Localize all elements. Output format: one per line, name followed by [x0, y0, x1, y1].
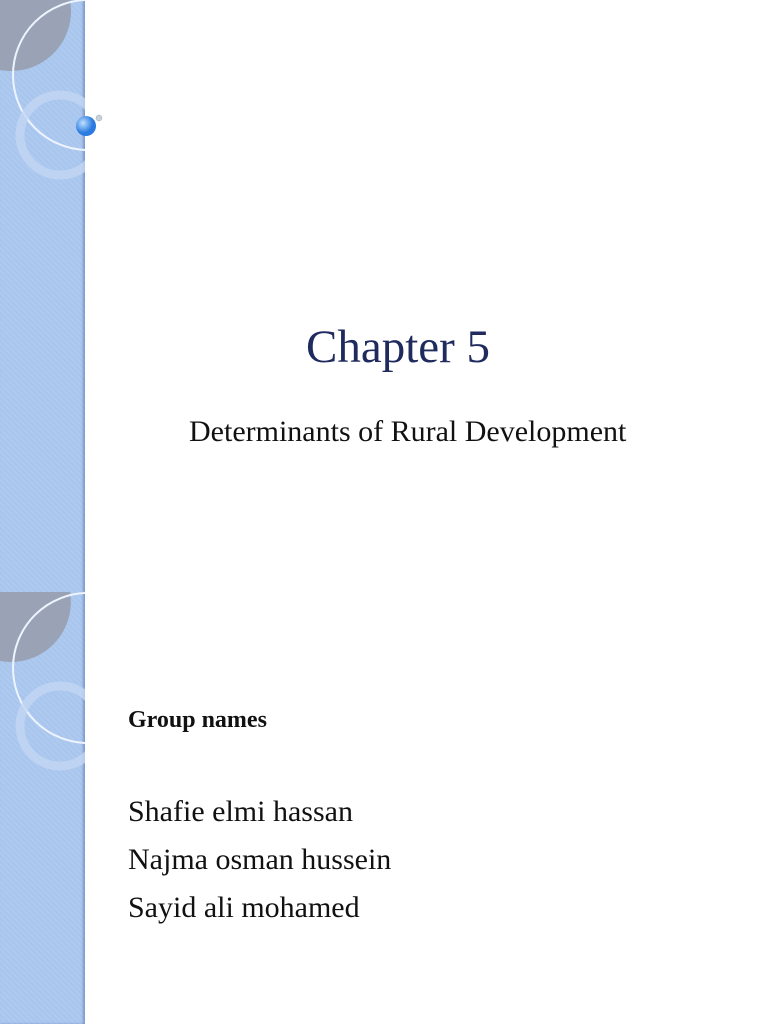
decorative-circles-bottom: [0, 592, 85, 771]
member-name: Najma osman hussein: [128, 843, 392, 876]
member-name: Shafie elmi hassan: [128, 795, 353, 828]
slide-subtitle: Determinants of Rural Development: [189, 415, 627, 448]
decorative-circles-top: [0, 0, 85, 180]
member-name: Sayid ali mohamed: [128, 891, 360, 924]
slide-title: Chapter 5: [306, 321, 491, 373]
blue-sphere-icon: [76, 114, 103, 136]
group-names-heading: Group names: [128, 707, 267, 733]
